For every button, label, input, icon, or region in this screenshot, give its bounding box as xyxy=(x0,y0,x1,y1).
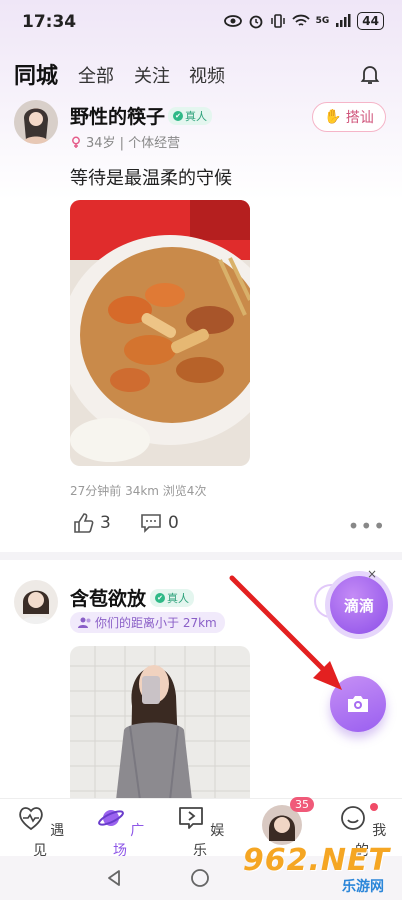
comment-count: 0 xyxy=(168,513,179,533)
network-label: 5G xyxy=(315,16,330,26)
play-bubble-icon xyxy=(178,807,203,829)
didi-button[interactable]: 滴滴 xyxy=(330,576,388,634)
clock: 17:34 xyxy=(22,12,77,32)
post-photo[interactable] xyxy=(70,200,250,466)
post-text: 等待是最温柔的守候 xyxy=(70,168,232,189)
check-icon: ✔ xyxy=(173,111,183,121)
heart-pulse-icon xyxy=(19,807,43,831)
tab-following[interactable]: 关注 xyxy=(134,62,170,88)
home-icon[interactable] xyxy=(190,868,210,888)
vibrate-icon xyxy=(270,14,285,28)
username[interactable]: 含苞欲放 xyxy=(70,584,146,611)
wifi-icon xyxy=(291,14,310,26)
eye-icon xyxy=(223,15,242,27)
wave-hand-icon: ✋ xyxy=(324,109,342,125)
people-icon xyxy=(78,617,91,628)
female-icon xyxy=(72,136,80,148)
distance-text: 你们的距离小于 27km xyxy=(95,616,217,630)
post-photo[interactable] xyxy=(70,646,250,800)
unread-badge: 35 xyxy=(290,797,314,812)
watermark-sub: 乐游网 xyxy=(342,879,384,895)
smile-icon xyxy=(340,806,365,830)
camera-icon xyxy=(348,696,368,712)
like-button[interactable]: 3 xyxy=(72,512,111,534)
tab-video[interactable]: 视频 xyxy=(189,62,225,88)
age-occupation: 34岁 | 个体经营 xyxy=(86,136,181,151)
post-stats: 27分钟前 34km 浏览4次 xyxy=(70,484,207,498)
tab-all[interactable]: 全部 xyxy=(78,62,114,88)
planet-icon xyxy=(97,810,124,826)
alarm-icon xyxy=(249,15,263,29)
like-count: 3 xyxy=(100,513,111,533)
bell-icon[interactable] xyxy=(358,62,382,86)
back-icon[interactable] xyxy=(104,868,124,888)
feed-post: 野性的筷子 ✔ 真人 34岁 | 个体经营 ✋ 搭讪 等待是最温柔的守候 27分… xyxy=(0,100,402,550)
watermark-text: 962.NET xyxy=(242,843,390,878)
verified-label: 真人 xyxy=(185,110,207,123)
avatar[interactable] xyxy=(14,100,58,144)
notification-dot xyxy=(370,803,378,811)
distance-badge: 你们的距离小于 27km xyxy=(70,612,225,633)
greet-button[interactable]: ✋ 搭讪 xyxy=(312,102,386,132)
close-icon[interactable]: × xyxy=(364,566,380,582)
battery-indicator: 44 xyxy=(357,12,384,30)
username[interactable]: 野性的筷子 xyxy=(70,102,165,129)
tab-meet[interactable]: 遇见 xyxy=(10,803,70,860)
more-icon[interactable]: ••• xyxy=(348,514,386,538)
comment-icon xyxy=(141,514,161,533)
tab-square[interactable]: 广场 xyxy=(90,803,150,860)
greet-label: 搭讪 xyxy=(345,110,374,126)
camera-post-button[interactable] xyxy=(330,676,386,732)
avatar[interactable] xyxy=(14,580,58,624)
verified-badge: ✔ 真人 xyxy=(168,107,212,125)
system-nav-bar: 962.NET 乐游网 xyxy=(0,843,402,900)
status-bar: 17:34 5G 44 xyxy=(0,0,402,44)
top-tabs: 同城 全部 关注 视频 xyxy=(14,58,388,90)
verified-badge: ✔ 真人 xyxy=(150,589,194,607)
post-actions: 3 0 ••• xyxy=(72,512,386,538)
signal-icon xyxy=(336,14,351,27)
watermark-logo: 962.NET 乐游网 xyxy=(243,843,398,898)
status-icons: 5G 44 xyxy=(223,12,384,30)
check-icon: ✔ xyxy=(155,593,165,603)
tab-entertainment[interactable]: 娱乐 xyxy=(170,803,230,860)
tab-local[interactable]: 同城 xyxy=(14,58,58,90)
verified-label: 真人 xyxy=(167,592,189,605)
didi-label: 滴滴 xyxy=(343,596,374,615)
divider xyxy=(0,552,402,560)
comment-button[interactable]: 0 xyxy=(140,512,179,534)
thumb-up-icon xyxy=(74,513,94,533)
user-meta: 34岁 | 个体经营 xyxy=(70,132,180,151)
